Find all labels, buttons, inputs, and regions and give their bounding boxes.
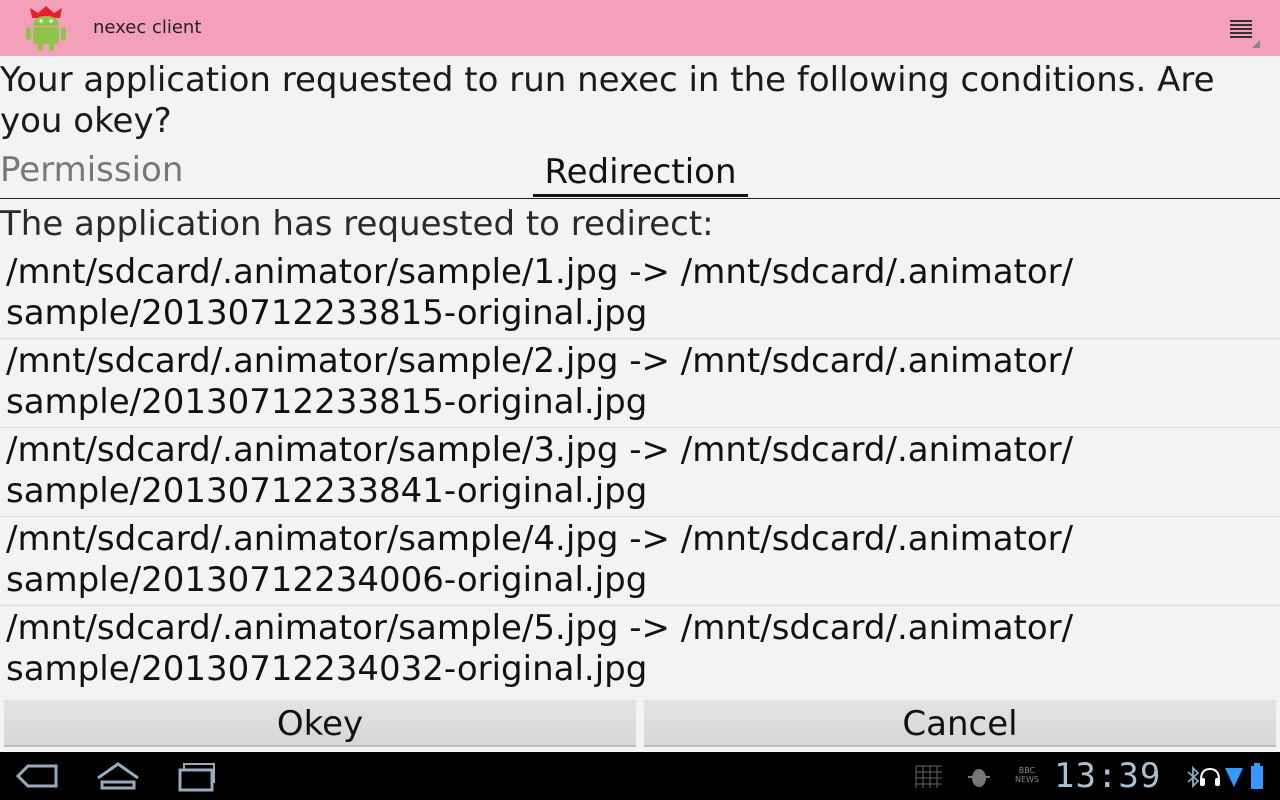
redirect-line-2: sample/20130712234032-original.jpg — [6, 649, 648, 689]
bbc-news-icon[interactable]: BBC NEWS — [1012, 766, 1042, 784]
tab-divider — [0, 198, 1280, 199]
redirect-intro: The application has requested to redirec… — [0, 204, 714, 244]
list-item[interactable]: /mnt/sdcard/.animator/sample/5.jpg -> /m… — [0, 606, 1280, 692]
redirect-line-2: sample/20130712233815-original.jpg — [6, 382, 648, 422]
redirect-line-1: /mnt/sdcard/.animator/sample/2.jpg -> /m… — [6, 341, 1074, 381]
okey-button[interactable]: Okey — [4, 700, 636, 747]
recent-apps-icon[interactable] — [174, 760, 222, 792]
headset-icon[interactable] — [1198, 766, 1222, 788]
list-item[interactable]: /mnt/sdcard/.animator/sample/1.jpg -> /m… — [0, 250, 1280, 339]
home-icon[interactable] — [94, 760, 142, 792]
tab-permission[interactable]: Permission — [0, 150, 183, 190]
redirect-list[interactable]: /mnt/sdcard/.animator/sample/1.jpg -> /m… — [0, 250, 1280, 692]
list-item[interactable]: /mnt/sdcard/.animator/sample/2.jpg -> /m… — [0, 339, 1280, 428]
tab-redirection-label: Redirection — [544, 152, 737, 192]
redirect-line-2: sample/20130712234006-original.jpg — [6, 560, 648, 600]
clock[interactable]: 13:39 — [1054, 756, 1161, 796]
battery-icon[interactable] — [1250, 762, 1264, 790]
redirect-line-2: sample/20130712233841-original.jpg — [6, 471, 648, 511]
grid-notification-icon[interactable] — [914, 764, 944, 790]
tab-bar: Permission Redirection — [0, 146, 1280, 199]
android-debug-icon[interactable] — [966, 766, 992, 790]
redirect-line-2: sample/20130712233815-original.jpg — [6, 293, 648, 333]
android-app-icon[interactable] — [22, 4, 70, 52]
system-bar: BBC NEWS 13:39 — [0, 752, 1280, 800]
redirect-line-1: /mnt/sdcard/.animator/sample/3.jpg -> /m… — [6, 430, 1074, 470]
back-icon[interactable] — [14, 760, 62, 792]
app-title: nexec client — [93, 17, 202, 38]
tab-redirection[interactable]: Redirection — [533, 146, 748, 197]
list-item[interactable]: /mnt/sdcard/.animator/sample/4.jpg -> /m… — [0, 517, 1280, 606]
overflow-menu-icon[interactable] — [1218, 10, 1266, 50]
redirect-line-1: /mnt/sdcard/.animator/sample/5.jpg -> /m… — [6, 608, 1074, 648]
redirect-line-1: /mnt/sdcard/.animator/sample/4.jpg -> /m… — [6, 519, 1074, 559]
redirect-line-1: /mnt/sdcard/.animator/sample/1.jpg -> /m… — [6, 252, 1074, 292]
list-item[interactable]: /mnt/sdcard/.animator/sample/3.jpg -> /m… — [0, 428, 1280, 517]
dialog-prompt: Your application requested to run nexec … — [0, 60, 1215, 141]
wifi-signal-icon[interactable] — [1224, 766, 1244, 788]
action-bar: nexec client — [0, 0, 1280, 56]
tab-selected-indicator — [533, 194, 748, 197]
cancel-button[interactable]: Cancel — [644, 700, 1276, 747]
